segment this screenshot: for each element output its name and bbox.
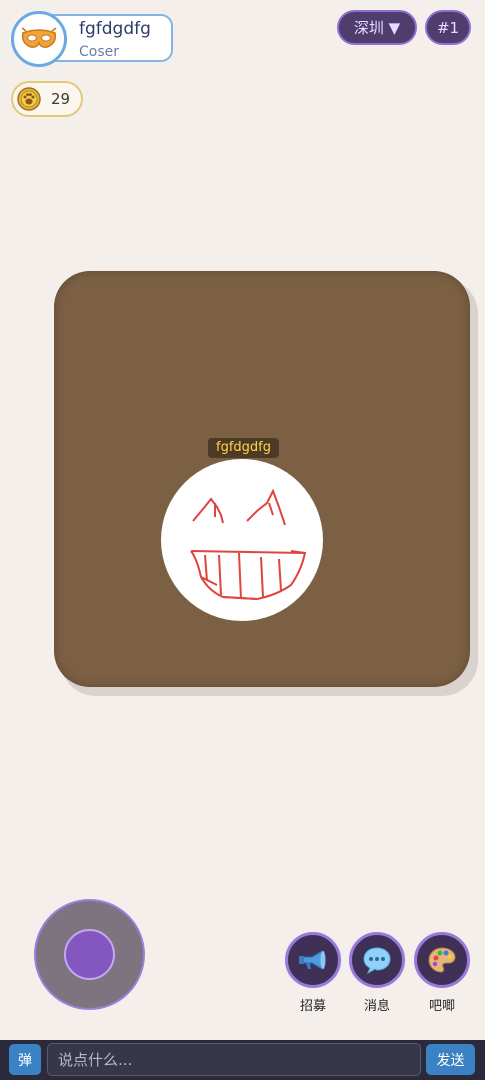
- recruit-button[interactable]: 招募: [285, 932, 341, 1014]
- chat-input[interactable]: [47, 1043, 421, 1076]
- speech-bubble-icon: [363, 947, 391, 974]
- player-avatar[interactable]: [161, 459, 323, 621]
- send-button[interactable]: 发送: [426, 1044, 475, 1075]
- recruit-label: 招募: [299, 999, 326, 1014]
- messages-button[interactable]: 消息: [349, 932, 405, 1014]
- joystick-knob[interactable]: [64, 929, 115, 980]
- rank-button[interactable]: #1: [425, 10, 471, 45]
- profile-role: Coser: [79, 44, 120, 60]
- coin-counter[interactable]: 29: [11, 81, 83, 117]
- profile-name: fgfdgdfg: [79, 19, 151, 39]
- palette-icon: [428, 947, 456, 973]
- megaphone-icon: [299, 950, 326, 970]
- orange-mask-icon: [21, 27, 57, 48]
- player-name-tag: fgfdgdfg: [208, 438, 279, 458]
- danmu-toggle-button[interactable]: 弹: [9, 1044, 41, 1075]
- bottom-chat-bar: 弹 发送: [0, 1040, 485, 1080]
- paw-coin-icon: [17, 87, 41, 111]
- badge-label: 吧唧: [428, 999, 455, 1014]
- recruit-button-circle[interactable]: [285, 932, 341, 988]
- badge-button[interactable]: 吧唧: [414, 932, 470, 1014]
- badge-button-circle[interactable]: [414, 932, 470, 988]
- messages-button-circle[interactable]: [349, 932, 405, 988]
- profile-card[interactable]: fgfdgdfg Coser: [11, 11, 176, 67]
- coin-count: 29: [51, 90, 71, 108]
- messages-label: 消息: [363, 999, 390, 1014]
- joystick[interactable]: [34, 899, 145, 1010]
- city-selector-button[interactable]: 深圳 ▼: [337, 10, 417, 45]
- avatar[interactable]: [11, 11, 67, 67]
- grinning-face-drawing: [190, 488, 307, 601]
